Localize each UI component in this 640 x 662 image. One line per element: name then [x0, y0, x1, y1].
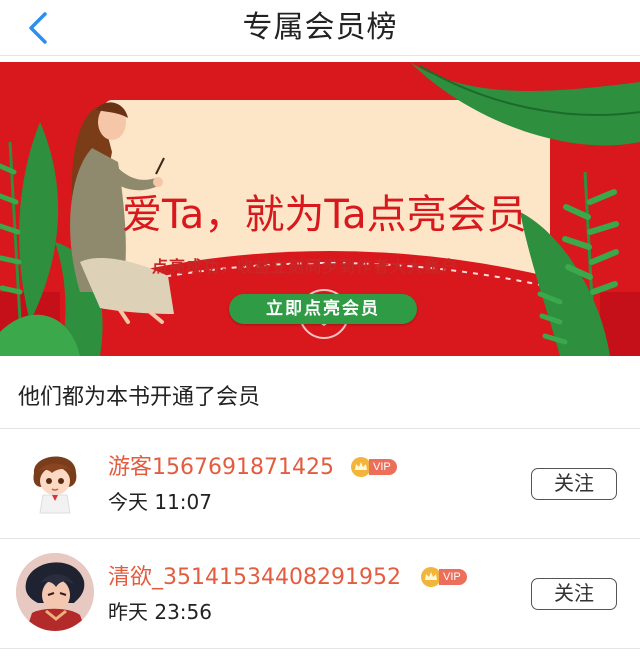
vip-label: VIP	[369, 459, 397, 475]
section-title: 他们都为本书开通了会员	[18, 385, 261, 410]
promo-banner[interactable]: 爱Ta，就为Ta点亮会员 点亮成功，收益立刻同步到作者大大账户 立即点亮会员	[0, 62, 640, 356]
member-time: 昨天 23:56	[108, 600, 212, 624]
avatar[interactable]	[16, 553, 94, 631]
avatar-cartoon-boy	[33, 456, 77, 514]
member-name[interactable]: 游客1567691871425	[108, 453, 334, 483]
banner-subline: 点亮成功，收益立刻同步到作者大大账户	[152, 257, 459, 276]
vip-badge: VIP	[420, 567, 467, 587]
divider	[0, 648, 640, 649]
vip-badge: VIP	[350, 457, 397, 477]
page-title: 专属会员榜	[242, 10, 398, 45]
avatar[interactable]	[16, 443, 94, 521]
follow-button[interactable]: 关注	[531, 468, 617, 500]
member-row: 游客1567691871425 VIP 今天 11:07 关注	[0, 429, 640, 537]
top-bar: 专属会员榜	[0, 0, 640, 56]
follow-button[interactable]: 关注	[531, 578, 617, 610]
member-time: 今天 11:07	[108, 490, 212, 514]
vip-label: VIP	[439, 569, 467, 585]
member-row: 清欲_35141534408291952 VIP 昨天 23:56 关注	[0, 539, 640, 647]
member-name[interactable]: 清欲_35141534408291952	[108, 563, 401, 593]
banner-headline: 爱Ta，就为Ta点亮会员	[122, 192, 527, 238]
activate-membership-button[interactable]: 立即点亮会员	[229, 294, 417, 324]
avatar-anime-warrior	[16, 553, 94, 631]
